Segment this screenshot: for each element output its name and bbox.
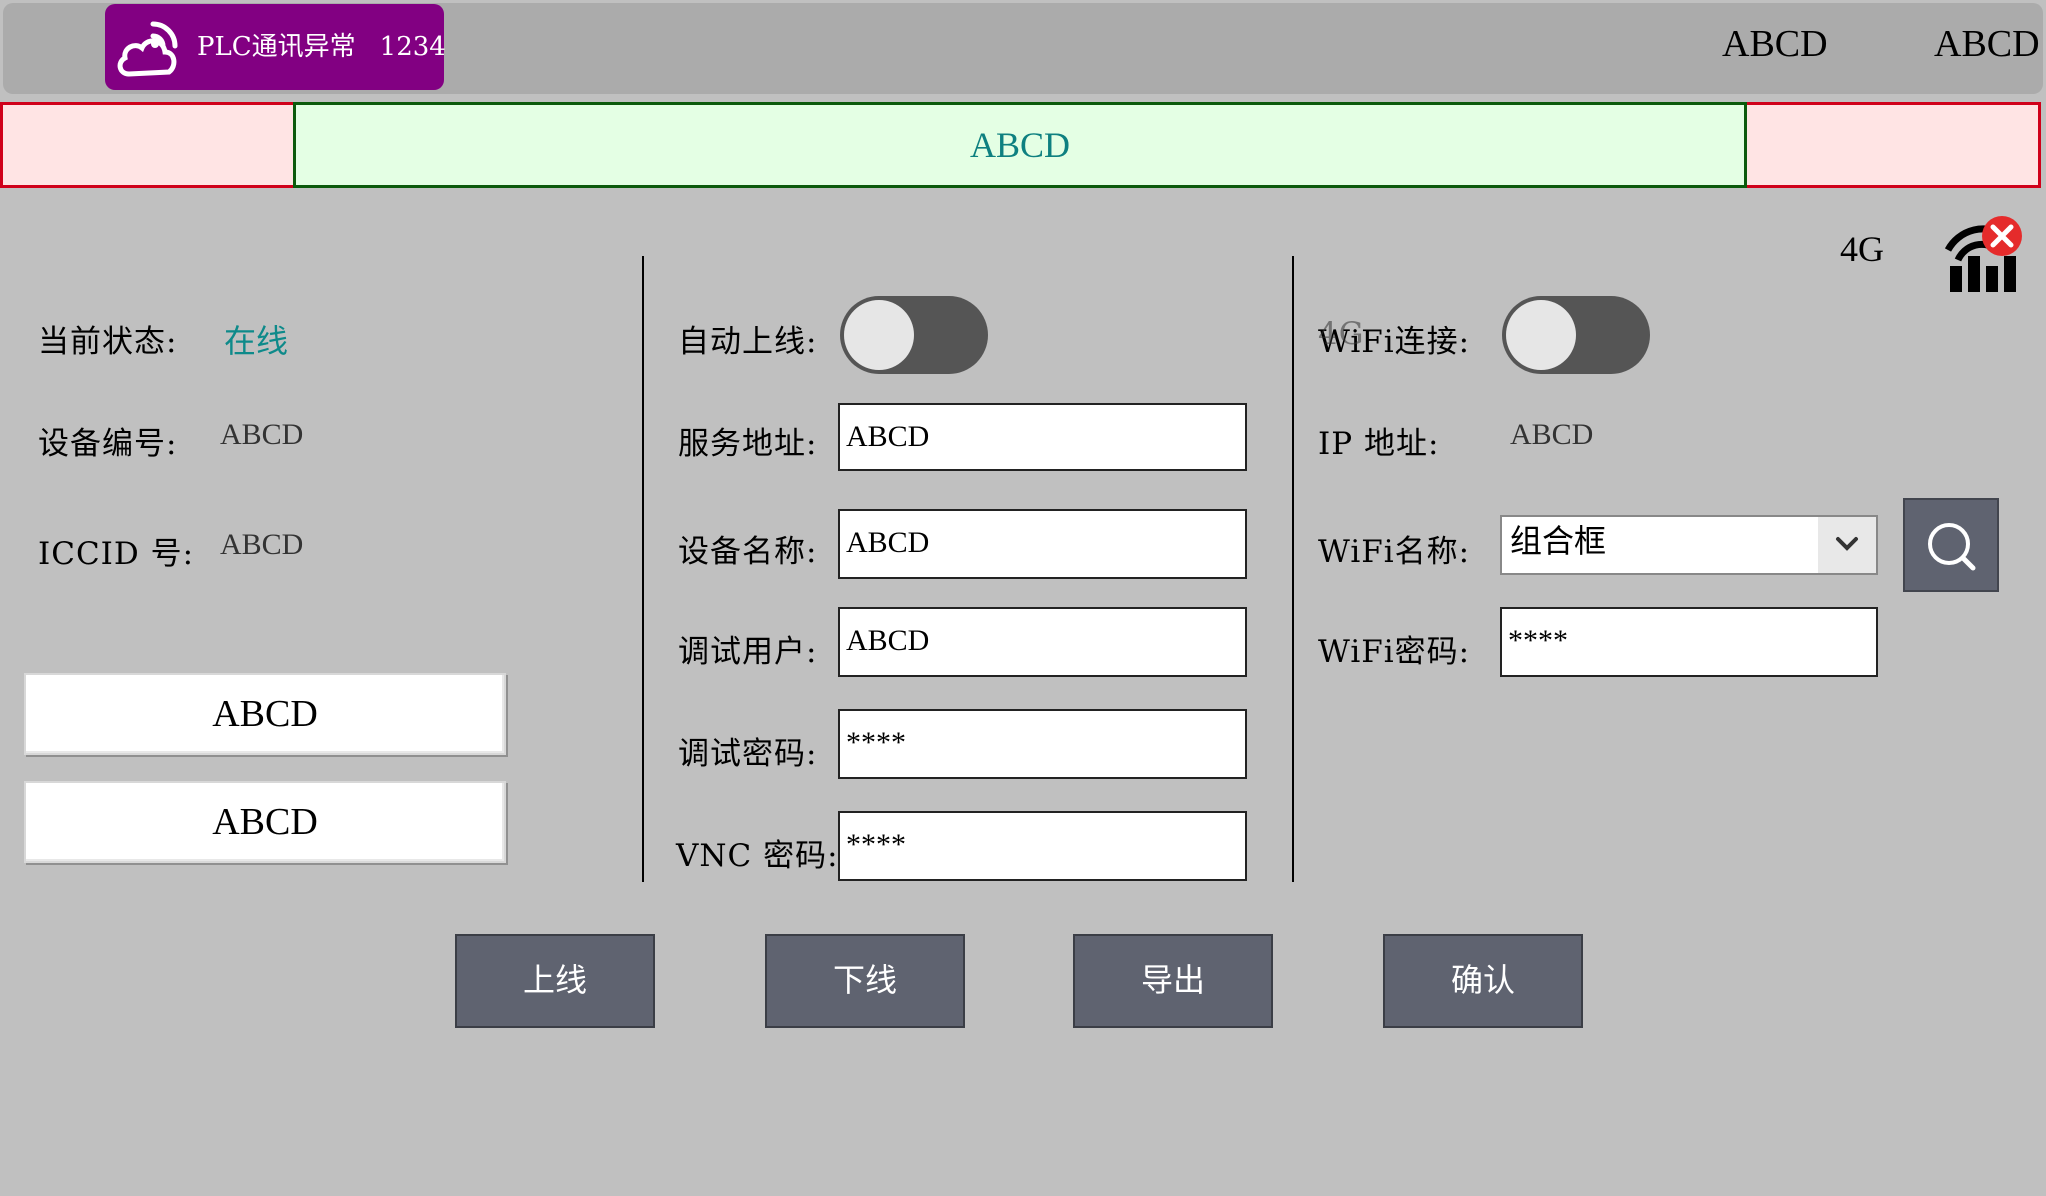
ip-address-label: IP 地址: bbox=[1318, 426, 1440, 462]
server-address-label: 服务地址: bbox=[678, 426, 818, 462]
device-no-label: 设备编号: bbox=[38, 426, 178, 462]
offline-button[interactable]: 下线 bbox=[765, 934, 965, 1028]
banner-message: ABCD bbox=[293, 102, 1747, 188]
toggle-knob bbox=[844, 300, 914, 370]
plc-alarm-badge[interactable]: PLC通讯异常 1234 bbox=[105, 4, 446, 90]
ip-address-value: ABCD bbox=[1510, 418, 1594, 451]
chevron-down-icon[interactable] bbox=[1818, 517, 1876, 573]
device-name-label: 设备名称: bbox=[678, 534, 818, 570]
auto-online-toggle[interactable] bbox=[840, 296, 988, 374]
iccid-value: ABCD bbox=[220, 528, 304, 561]
wifi-password-label: WiFi密码: bbox=[1318, 634, 1471, 670]
header-text-2: ABCD bbox=[1934, 23, 2040, 65]
status-label: 当前状态: bbox=[38, 324, 178, 360]
cloud-wifi-icon bbox=[117, 21, 178, 77]
debug-password-input[interactable]: **** bbox=[838, 709, 1247, 779]
wifi-name-label: WiFi名称: bbox=[1318, 534, 1471, 570]
wifi-password-input[interactable]: **** bbox=[1500, 607, 1878, 677]
online-button[interactable]: 上线 bbox=[455, 934, 655, 1028]
left-button-1[interactable]: ABCD bbox=[24, 673, 506, 755]
search-icon bbox=[1928, 523, 1976, 571]
debug-password-label: 调试密码: bbox=[678, 736, 818, 772]
header-text-1: ABCD bbox=[1722, 23, 1828, 65]
debug-user-input[interactable]: ABCD bbox=[838, 607, 1247, 677]
toggle-knob bbox=[1506, 300, 1576, 370]
confirm-button[interactable]: 确认 bbox=[1383, 934, 1583, 1028]
iccid-label: ICCID 号: bbox=[38, 536, 195, 572]
wifi-connect-toggle[interactable] bbox=[1502, 296, 1650, 374]
wifi-name-selected: 组合框 bbox=[1510, 522, 1607, 560]
alarm-text: PLC通讯异常 bbox=[197, 32, 356, 62]
signal-type-label: 4G bbox=[1840, 229, 1884, 269]
device-no-value: ABCD bbox=[220, 418, 304, 451]
debug-user-label: 调试用户: bbox=[678, 634, 818, 670]
vnc-password-input[interactable]: **** bbox=[838, 811, 1247, 881]
column-divider-2 bbox=[1292, 256, 1294, 882]
wifi-search-button[interactable] bbox=[1903, 498, 1999, 592]
vnc-password-label: VNC 密码: bbox=[676, 838, 839, 874]
device-name-input[interactable]: ABCD bbox=[838, 509, 1247, 579]
wifi-name-combobox[interactable]: 组合框 bbox=[1500, 515, 1878, 575]
auto-online-label: 自动上线: bbox=[678, 324, 818, 360]
status-value: 在线 bbox=[224, 322, 289, 360]
server-address-input[interactable]: ABCD bbox=[838, 403, 1247, 471]
left-button-2[interactable]: ABCD bbox=[24, 781, 506, 863]
column-divider-1 bbox=[642, 256, 644, 882]
wifi-connect-overlay-text: 4G bbox=[1318, 316, 1365, 352]
export-button[interactable]: 导出 bbox=[1073, 934, 1273, 1028]
alarm-code: 1234 bbox=[379, 32, 446, 62]
signal-disconnected-icon bbox=[1944, 216, 2022, 292]
